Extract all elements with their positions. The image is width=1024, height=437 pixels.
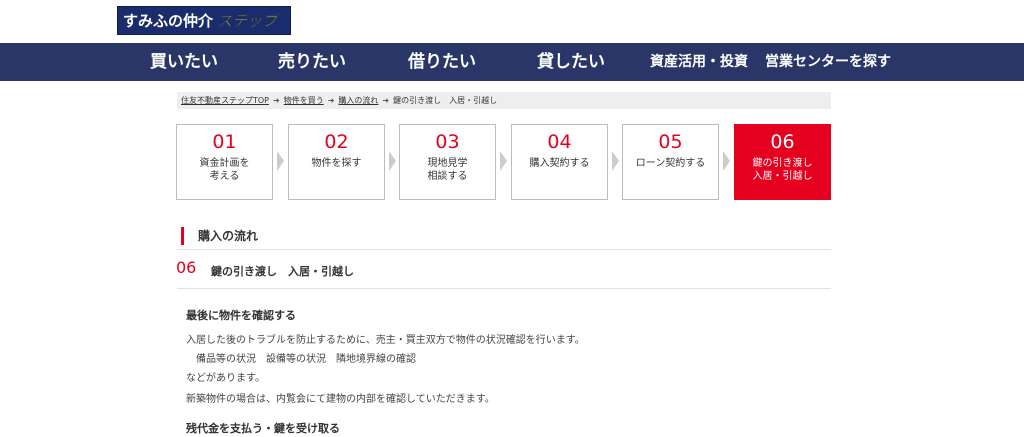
content-paragraph: などがあります。 [186, 373, 265, 384]
subsection-title: 鍵の引き渡し 入居・引越し [211, 265, 354, 278]
nav-item-sell[interactable]: 売りたい [278, 43, 346, 81]
breadcrumb-arrow-icon: ➜ [382, 96, 390, 105]
step-2[interactable]: 02 物件を探す [288, 124, 385, 200]
nav-item-lease[interactable]: 貸したい [537, 43, 605, 81]
step-arrow-icon [389, 151, 396, 171]
content-paragraph: 入居した後のトラブルを防止するために、売主・買主双方で物件の状況確認を行います。 [186, 335, 585, 346]
subsection-number: 06 [176, 258, 197, 277]
header: すみふの仲介 ステップ [0, 0, 1024, 43]
breadcrumb-arrow-icon: ➜ [327, 96, 335, 105]
breadcrumb-link-buy[interactable]: 物件を買う [284, 96, 324, 105]
logo-accent: ステップ [217, 12, 278, 30]
step-3[interactable]: 03 現地見学 相談する [399, 124, 496, 200]
nav-item-buy[interactable]: 買いたい [150, 43, 218, 81]
step-label: 物件を探す [311, 158, 362, 169]
step-1[interactable]: 01 資金計画を 考える [176, 124, 273, 200]
step-label: 購入契約する [529, 158, 590, 169]
divider [177, 249, 831, 250]
step-label: 現地見学 相談する [427, 158, 468, 182]
step-number: 03 [435, 131, 460, 153]
step-arrow-icon [723, 151, 730, 171]
content-paragraph: 新築物件の場合は、内覧会にて建物の内部を確認していただきます。 [186, 394, 495, 405]
step-number: 04 [547, 131, 572, 153]
step-6-current[interactable]: 06 鍵の引き渡し 入居・引越し [734, 124, 831, 200]
global-nav: 買いたい 売りたい 借りたい 貸したい 資産活用・投資 営業センターを探す [0, 43, 1024, 81]
step-label: 鍵の引き渡し 入居・引越し [752, 158, 813, 182]
section-title: 購入の流れ [181, 227, 258, 245]
nav-item-investment[interactable]: 資産活用・投資 [650, 43, 748, 81]
step-number: 02 [324, 131, 349, 153]
step-4[interactable]: 04 購入契約する [511, 124, 608, 200]
logo-text: すみふの仲介 [123, 12, 214, 30]
nav-item-find-center[interactable]: 営業センターを探す [765, 43, 891, 81]
breadcrumb-link-top[interactable]: 住友不動産ステップTOP [181, 96, 269, 105]
content-heading: 残代金を支払う・鍵を受け取る [186, 422, 340, 435]
step-label: ローン契約する [635, 158, 706, 169]
step-arrow-icon [612, 151, 619, 171]
logo[interactable]: すみふの仲介 ステップ [117, 6, 291, 35]
content-heading: 最後に物件を確認する [186, 309, 296, 322]
step-number: 01 [212, 131, 237, 153]
step-arrow-icon [277, 151, 284, 171]
step-5[interactable]: 05 ローン契約する [622, 124, 719, 200]
breadcrumb: 住友不動産ステップTOP ➜ 物件を買う ➜ 購入の流れ ➜ 鍵の引き渡し 入居・引越し [177, 92, 831, 109]
step-number: 06 [770, 131, 795, 153]
divider [177, 288, 831, 289]
breadcrumb-current: 鍵の引き渡し 入居・引越し [393, 96, 498, 105]
step-number: 05 [658, 131, 683, 153]
content-paragraph: 備品等の状況 設備等の状況 隣地境界線の確認 [186, 354, 416, 365]
breadcrumb-link-flow[interactable]: 購入の流れ [338, 96, 378, 105]
breadcrumb-arrow-icon: ➜ [273, 96, 280, 105]
step-arrow-icon [500, 151, 507, 171]
nav-item-rent[interactable]: 借りたい [408, 43, 476, 81]
step-label: 資金計画を 考える [199, 158, 250, 182]
